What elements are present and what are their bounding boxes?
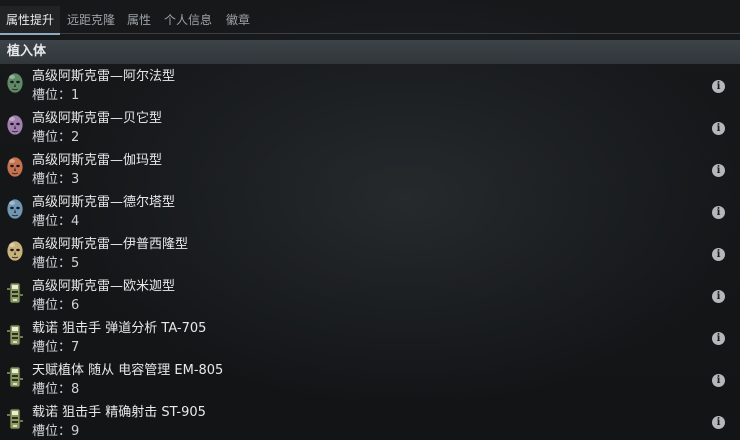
- implant-row[interactable]: 载诺 狙击手 弹道分析 TA-705 槽位：7 i: [0, 318, 740, 360]
- info-icon[interactable]: i: [712, 416, 725, 429]
- slot-label: 槽位：: [32, 256, 72, 271]
- implant-chip-icon: [5, 366, 25, 388]
- implant-row[interactable]: 载诺 狙击手 精确射击 ST-905 槽位：9 i: [0, 402, 740, 440]
- slot-label: 槽位：: [32, 88, 72, 103]
- info-icon[interactable]: i: [712, 164, 725, 177]
- info-icon[interactable]: i: [712, 80, 725, 93]
- tab-attributes[interactable]: 属性: [127, 6, 151, 34]
- implant-slot: 槽位：1: [32, 87, 79, 105]
- implant-slot: 槽位：7: [32, 339, 79, 357]
- implant-name: 高级阿斯克雷—欧米迦型: [32, 279, 176, 294]
- info-icon[interactable]: i: [712, 332, 725, 345]
- character-sheet-window: 属性提升 远距克隆 属性 个人信息 徽章 植入体 高级阿斯克雷—阿尔法型 槽位：1…: [0, 0, 740, 440]
- implant-chip-icon: [5, 324, 25, 346]
- slot-number: 8: [71, 382, 80, 397]
- slot-label: 槽位：: [32, 424, 72, 439]
- info-icon[interactable]: i: [712, 248, 725, 261]
- blue-head-icon: [5, 198, 25, 220]
- implant-name: 高级阿斯克雷—伊普西隆型: [32, 237, 189, 252]
- implant-name: 高级阿斯克雷—德尔塔型: [32, 195, 176, 210]
- slot-number: 5: [71, 256, 80, 271]
- implant-slot: 槽位：9: [32, 423, 79, 440]
- tab-remote-clone[interactable]: 远距克隆: [67, 6, 115, 34]
- slot-number: 1: [71, 88, 80, 103]
- info-icon[interactable]: i: [712, 290, 725, 303]
- implant-row[interactable]: 高级阿斯克雷—阿尔法型 槽位：1 i: [0, 66, 740, 108]
- info-icon[interactable]: i: [712, 206, 725, 219]
- slot-label: 槽位：: [32, 214, 72, 229]
- tab-personal-info[interactable]: 个人信息: [164, 6, 212, 34]
- implant-name: 天赋植体 随从 电容管理 EM-805: [32, 363, 224, 378]
- implant-row[interactable]: 高级阿斯克雷—伽玛型 槽位：3 i: [0, 150, 740, 192]
- slot-label: 槽位：: [32, 130, 72, 145]
- info-icon[interactable]: i: [712, 122, 725, 135]
- slot-number: 9: [71, 424, 80, 439]
- implant-name: 高级阿斯克雷—伽玛型: [32, 153, 163, 168]
- tab-badges[interactable]: 徽章: [226, 6, 250, 34]
- slot-number: 6: [71, 298, 80, 313]
- yellow-head-icon: [5, 240, 25, 262]
- implant-slot: 槽位：8: [32, 381, 79, 399]
- green-head-icon: [5, 72, 25, 94]
- slot-number: 7: [71, 340, 80, 355]
- orange-head-icon: [5, 156, 25, 178]
- slot-label: 槽位：: [32, 172, 72, 187]
- implant-slot: 槽位：6: [32, 297, 79, 315]
- implant-name: 载诺 狙击手 精确射击 ST-905: [32, 405, 206, 420]
- section-header-implants[interactable]: 植入体: [0, 40, 740, 64]
- implant-name: 高级阿斯克雷—阿尔法型: [32, 69, 176, 84]
- info-icon[interactable]: i: [712, 374, 725, 387]
- implant-chip-icon: [5, 282, 25, 304]
- slot-number: 2: [71, 130, 80, 145]
- tab-bar: 属性提升 远距克隆 属性 个人信息 徽章: [0, 0, 740, 35]
- slot-label: 槽位：: [32, 298, 72, 313]
- implant-chip-icon: [5, 408, 25, 430]
- implant-name: 高级阿斯克雷—贝它型: [32, 111, 163, 126]
- slot-label: 槽位：: [32, 340, 72, 355]
- slot-label: 槽位：: [32, 382, 72, 397]
- implant-row[interactable]: 高级阿斯克雷—伊普西隆型 槽位：5 i: [0, 234, 740, 276]
- implant-row[interactable]: 高级阿斯克雷—欧米迦型 槽位：6 i: [0, 276, 740, 318]
- purple-head-icon: [5, 114, 25, 136]
- slot-number: 3: [71, 172, 80, 187]
- slot-number: 4: [71, 214, 80, 229]
- section-title: 植入体: [7, 44, 47, 59]
- implant-row[interactable]: 高级阿斯克雷—德尔塔型 槽位：4 i: [0, 192, 740, 234]
- implant-slot: 槽位：4: [32, 213, 79, 231]
- implant-row[interactable]: 高级阿斯克雷—贝它型 槽位：2 i: [0, 108, 740, 150]
- implant-name: 载诺 狙击手 弹道分析 TA-705: [32, 321, 207, 336]
- implant-slot: 槽位：3: [32, 171, 79, 189]
- implant-row[interactable]: 天赋植体 随从 电容管理 EM-805 槽位：8 i: [0, 360, 740, 402]
- implant-slot: 槽位：2: [32, 129, 79, 147]
- tab-attribute-boost[interactable]: 属性提升: [0, 6, 60, 35]
- implant-slot: 槽位：5: [32, 255, 79, 273]
